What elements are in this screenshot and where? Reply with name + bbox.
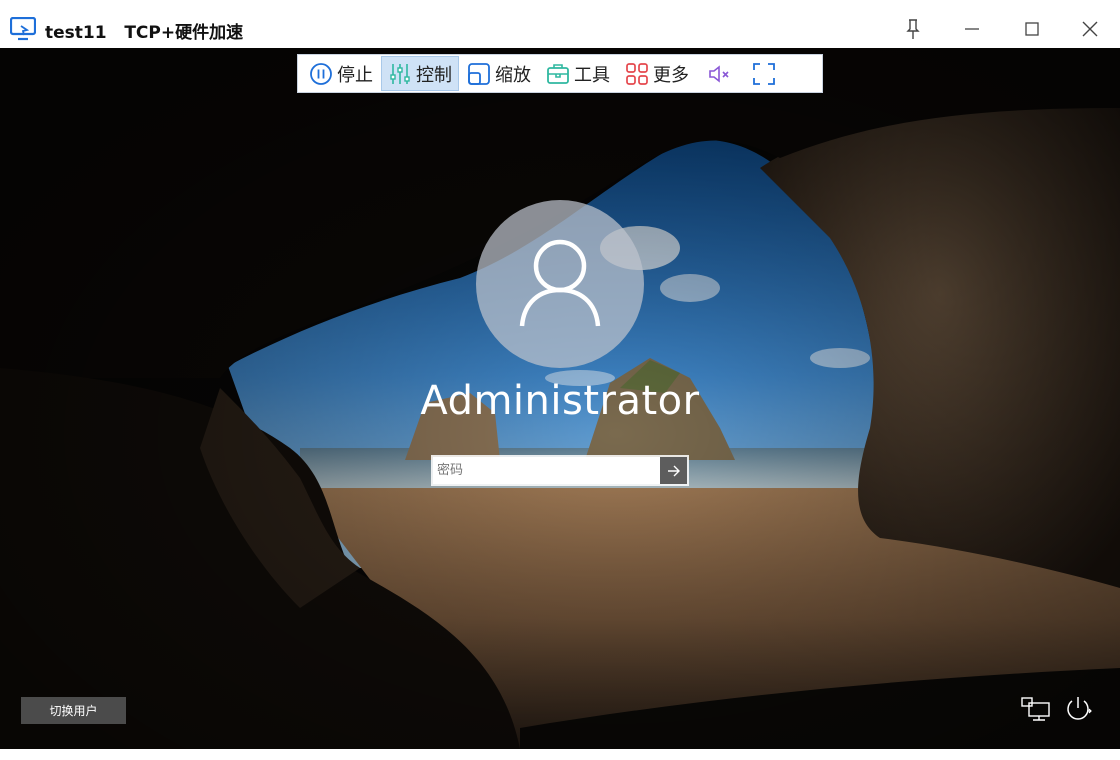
scale-label: 缩放	[495, 64, 531, 86]
minimize-icon	[965, 28, 979, 30]
more-label: 更多	[653, 64, 689, 86]
monitor-icon	[10, 17, 36, 41]
submit-button[interactable]	[660, 457, 687, 484]
window-bottom-border	[0, 749, 1120, 760]
power-icon	[1067, 697, 1092, 720]
fullscreen-icon	[753, 62, 775, 85]
mute-button[interactable]	[697, 56, 741, 91]
arrow-right-icon	[667, 465, 680, 476]
tools-button[interactable]: 工具	[539, 56, 617, 91]
sliders-icon	[390, 63, 410, 84]
password-box	[431, 455, 689, 486]
user-avatar	[476, 200, 644, 368]
network-button[interactable]	[1021, 696, 1051, 724]
pin-icon	[906, 19, 920, 39]
stop-label: 停止	[337, 64, 373, 86]
username-label: Administrator	[420, 378, 700, 424]
switch-user-button[interactable]: 切换用户	[21, 697, 126, 724]
close-icon	[1082, 21, 1098, 37]
pause-icon	[310, 62, 332, 85]
tools-label: 工具	[574, 64, 610, 86]
control-label: 控制	[416, 64, 452, 86]
scale-button[interactable]: 缩放	[460, 56, 538, 91]
title-bar: test11 TCP+硬件加速	[0, 0, 1120, 48]
fullscreen-button[interactable]	[742, 56, 786, 91]
more-button[interactable]: 更多	[618, 56, 696, 91]
window-title: test11 TCP+硬件加速	[45, 23, 244, 43]
user-icon	[519, 239, 601, 327]
power-button[interactable]	[1063, 695, 1093, 723]
scale-icon	[468, 62, 490, 85]
close-button[interactable]	[1070, 10, 1110, 48]
control-button[interactable]: 控制	[381, 56, 459, 91]
remote-toolbar: 停止 控制 缩放 工具 更多	[297, 54, 823, 93]
minimize-button[interactable]	[952, 10, 992, 48]
maximize-icon	[1025, 22, 1039, 36]
pin-button[interactable]	[893, 10, 933, 48]
maximize-button[interactable]	[1012, 10, 1052, 48]
stop-button[interactable]: 停止	[302, 56, 380, 91]
toolbox-icon	[547, 63, 569, 84]
remote-desktop-view[interactable]: Administrator 切换用户	[0, 48, 1120, 749]
password-input[interactable]	[433, 457, 660, 484]
mute-icon	[709, 64, 729, 83]
grid-icon	[626, 62, 648, 85]
network-icon	[1021, 697, 1050, 721]
